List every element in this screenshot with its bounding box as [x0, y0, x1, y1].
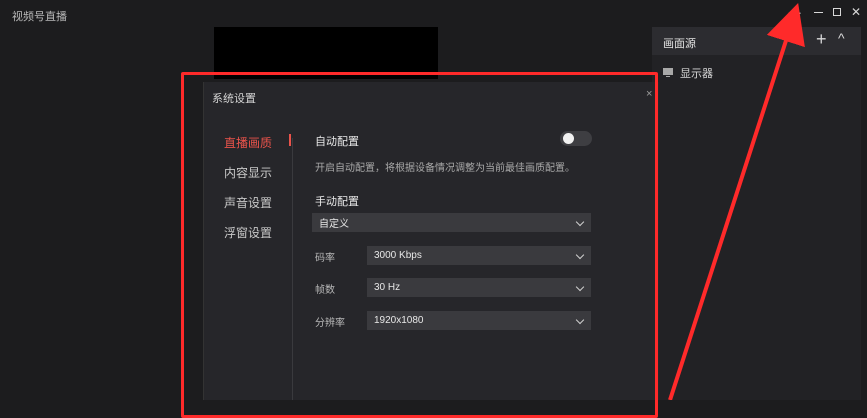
annotation-arrow [668, 2, 805, 400]
annotation-arrow-line [668, 2, 805, 400]
